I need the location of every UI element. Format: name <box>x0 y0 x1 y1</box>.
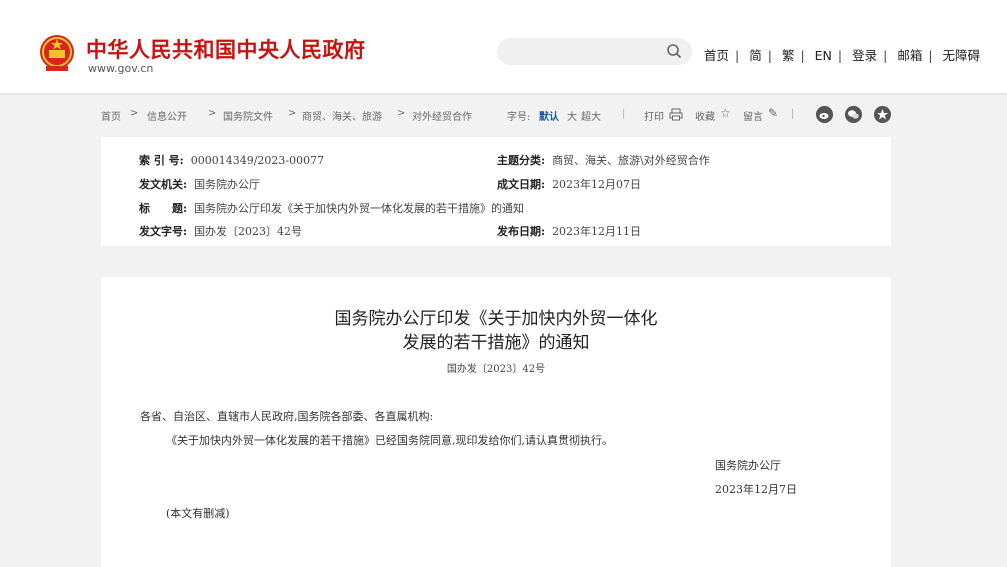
breadcrumb-state-docs[interactable]: 国务院文件 <box>223 108 273 123</box>
nav-login[interactable]: 登录 <box>852 48 877 63</box>
divider: | <box>791 108 795 119</box>
nav-home[interactable]: 首页 <box>704 48 729 63</box>
meta-topic-value: 商贸、海关、旅游\对外经贸合作 <box>552 154 710 167</box>
chevron-right-icon: > <box>208 108 217 119</box>
search-input[interactable] <box>509 38 663 67</box>
abridged-note: (本文有删减) <box>166 507 230 520</box>
document-title: 国务院办公厅印发《关于加快内外贸一体化 发展的若干措施》的通知 <box>101 307 891 355</box>
signature-date: 2023年12月7日 <box>715 483 797 496</box>
document-metadata: 索 引 号: 000014349/2023-00077 主题分类: 商贸、海关、… <box>101 137 891 246</box>
wechat-share-icon[interactable] <box>845 106 862 123</box>
print-button[interactable]: 打印 <box>644 108 664 123</box>
nav-accessibility[interactable]: 无障碍 <box>943 48 981 63</box>
signature-org: 国务院办公厅 <box>715 459 781 472</box>
meta-label: 发布日期: <box>497 225 546 238</box>
nav-traditional[interactable]: 繁 <box>782 48 795 63</box>
breadcrumb-home[interactable]: 首页 <box>101 108 121 123</box>
breadcrumb: 首页 > 信息公开 > 国务院文件 > 商贸、海关、旅游 > 对外经贸合作 字号… <box>101 106 891 124</box>
national-emblem-icon[interactable] <box>38 33 76 73</box>
meta-issuer-value: 国务院办公厅 <box>194 178 261 191</box>
pencil-icon[interactable]: ✎ <box>768 106 778 120</box>
search-box[interactable] <box>497 38 692 67</box>
comment-button[interactable]: 留言 <box>743 108 763 123</box>
meta-title-value: 国务院办公厅印发《关于加快内外贸一体化发展的若干措施》的通知 <box>194 202 525 215</box>
site-url[interactable]: www.gov.cn <box>88 62 153 75</box>
meta-label: 发文字号: <box>139 225 188 238</box>
font-xlarge-option[interactable]: 超大 <box>581 108 601 123</box>
nav-english[interactable]: EN <box>815 48 832 63</box>
top-nav: 首页 | 简 | 繁 | EN | 登录 | 邮箱 | 无障碍 <box>704 48 981 63</box>
search-icon[interactable] <box>666 43 682 59</box>
meta-label: 主题分类: <box>497 154 546 167</box>
meta-pub-value: 2023年12月11日 <box>552 225 642 238</box>
font-default-option[interactable]: 默认 <box>539 108 559 123</box>
font-size-label: 字号: <box>507 112 531 123</box>
meta-label: 标 题: <box>139 202 188 215</box>
meta-docno-value: 国办发〔2023〕42号 <box>194 225 303 238</box>
chevron-right-icon: > <box>130 108 139 119</box>
meta-date-value: 2023年12月07日 <box>552 178 642 191</box>
document-body: 国务院办公厅印发《关于加快内外贸一体化 发展的若干措施》的通知 国办发〔2023… <box>101 277 891 567</box>
document-title-line: 国务院办公厅印发《关于加快内外贸一体化 <box>334 309 658 329</box>
body-paragraph: 《关于加快内外贸一体化发展的若干措施》已经国务院同意,现印发给你们,请认真贯彻执… <box>166 434 613 447</box>
breadcrumb-current[interactable]: 对外经贸合作 <box>412 108 472 123</box>
nav-mail[interactable]: 邮箱 <box>897 48 922 63</box>
meta-label: 发文机关: <box>139 178 188 191</box>
chevron-right-icon: > <box>397 108 406 119</box>
favorite-button[interactable]: 收藏 <box>695 108 715 123</box>
site-title[interactable]: 中华人民共和国中央人民政府 <box>86 34 366 64</box>
divider: | <box>622 108 626 119</box>
nav-simplified[interactable]: 简 <box>749 48 762 63</box>
breadcrumb-category[interactable]: 商贸、海关、旅游 <box>302 108 382 123</box>
salutation: 各省、自治区、直辖市人民政府,国务院各部委、各直属机构: <box>140 410 434 423</box>
document-title-line: 发展的若干措施》的通知 <box>402 333 590 353</box>
meta-label: 成文日期: <box>497 178 546 191</box>
chevron-right-icon: > <box>288 108 297 119</box>
print-icon[interactable] <box>669 108 683 121</box>
favorite-share-icon[interactable] <box>874 106 891 123</box>
weibo-share-icon[interactable] <box>816 106 833 123</box>
site-header: 中华人民共和国中央人民政府 www.gov.cn 首页 | 简 | 繁 | EN | 登… <box>0 0 1007 95</box>
document-number: 国办发〔2023〕42号 <box>446 364 546 375</box>
breadcrumb-info[interactable]: 信息公开 <box>147 108 187 123</box>
star-icon[interactable]: ☆ <box>720 106 731 120</box>
meta-label: 索 引 号: <box>139 154 184 167</box>
meta-index-value: 000014349/2023-00077 <box>190 154 325 167</box>
font-large-option[interactable]: 大 <box>567 108 577 123</box>
